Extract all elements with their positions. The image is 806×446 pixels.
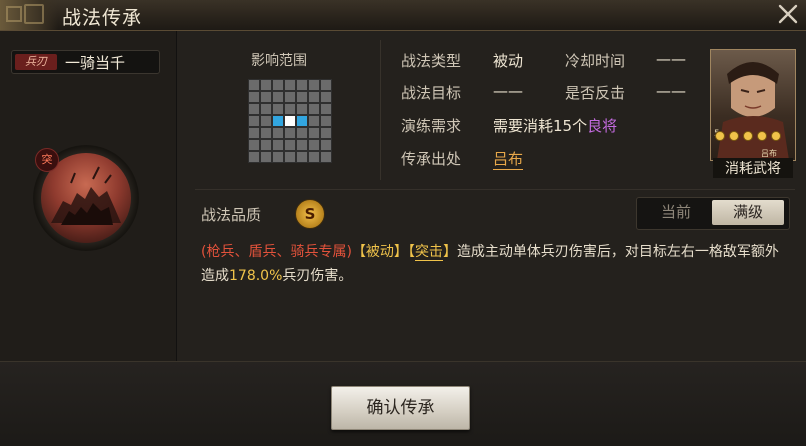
level-toggle: 当前 满级: [636, 197, 790, 230]
range-cell: [284, 103, 296, 115]
counter-value: ——: [656, 82, 686, 100]
range-cell: [248, 139, 260, 151]
skill-type-value: 被动: [493, 52, 524, 70]
range-cell: [296, 103, 308, 115]
window-title: 战法传承: [62, 7, 143, 29]
range-cell-self: [284, 115, 296, 127]
range-cell: [308, 127, 320, 139]
star-icon: [715, 131, 725, 141]
damage-percent: 178.0%: [229, 268, 283, 284]
range-label: 影响范围: [251, 53, 307, 69]
range-cell: [260, 115, 272, 127]
range-cell: [284, 127, 296, 139]
charge-tag-icon: 突: [35, 148, 59, 172]
star-icon: [729, 131, 739, 141]
portrait-name-text: 吕布: [761, 148, 777, 158]
range-cell: [260, 151, 272, 163]
range-cell: [260, 91, 272, 103]
range-cell: [260, 127, 272, 139]
range-cell: [320, 91, 332, 103]
confirm-inherit-button[interactable]: 确认传承: [331, 386, 470, 430]
range-cell: [248, 115, 260, 127]
range-cell: [308, 91, 320, 103]
damage-type-tag: 兵刃: [15, 54, 57, 70]
range-cell: [248, 91, 260, 103]
range-cell: [296, 91, 308, 103]
counter-label: 是否反击: [565, 84, 626, 102]
range-cell: [308, 115, 320, 127]
title-ornament: [0, 0, 58, 30]
range-cell: [308, 79, 320, 91]
range-cell: [248, 151, 260, 163]
range-cell: [284, 139, 296, 151]
cooldown-value: ——: [656, 50, 686, 68]
range-cell: [296, 151, 308, 163]
range-cell: [296, 139, 308, 151]
assault-keyword: 突击: [414, 244, 443, 261]
skill-name: 一骑当千: [65, 54, 126, 72]
skill-type-label: 战法类型: [401, 52, 462, 70]
practice-item: 良将: [587, 117, 618, 135]
range-grid: [248, 79, 332, 163]
range-cell: [296, 79, 308, 91]
range-cell: [272, 79, 284, 91]
range-cell: [248, 127, 260, 139]
range-cell-target: [296, 115, 308, 127]
range-cell: [248, 79, 260, 91]
range-cell: [296, 127, 308, 139]
skill-name-badge: 兵刃 一骑当千: [11, 50, 160, 74]
range-cell: [272, 91, 284, 103]
range-cell: [284, 79, 296, 91]
quality-badge: S: [295, 199, 325, 229]
origin-label: 传承出处: [401, 150, 462, 168]
origin-general-link[interactable]: 吕布: [493, 148, 524, 170]
cooldown-label: 冷却时间: [565, 52, 626, 70]
range-cell: [272, 127, 284, 139]
range-cell: [320, 79, 332, 91]
title-bar: 战法传承: [0, 0, 806, 31]
range-cell: [260, 103, 272, 115]
close-icon[interactable]: [776, 2, 800, 26]
star-rating: [715, 126, 791, 141]
star-icon: [743, 131, 753, 141]
tab-max-level[interactable]: 满级: [712, 200, 784, 225]
range-cell: [260, 139, 272, 151]
skill-target-label: 战法目标: [401, 84, 462, 102]
range-cell: [248, 103, 260, 115]
range-cell: [272, 139, 284, 151]
range-cell-target: [272, 115, 284, 127]
range-cell: [320, 127, 332, 139]
range-cell: [284, 91, 296, 103]
range-cell: [272, 103, 284, 115]
range-cell: [272, 151, 284, 163]
star-icon: [757, 131, 767, 141]
star-icon: [771, 131, 781, 141]
practice-value: 需要消耗15个良将: [493, 117, 618, 135]
range-cell: [320, 103, 332, 115]
portrait-caption: 消耗武将: [713, 158, 793, 178]
troop-restriction: (枪兵、盾兵、骑兵专属): [201, 244, 352, 260]
general-portrait[interactable]: 5 吕布: [710, 49, 796, 161]
range-cell: [284, 151, 296, 163]
divider: [195, 189, 795, 190]
quality-label: 战法品质: [201, 206, 262, 224]
practice-label: 演练需求: [401, 117, 462, 135]
range-cell: [308, 151, 320, 163]
range-cell: [320, 139, 332, 151]
tab-current-level[interactable]: 当前: [640, 200, 712, 225]
skill-description: (枪兵、盾兵、骑兵专属)【被动】【突击】造成主动单体兵刃伤害后，对目标左右一格敌…: [201, 244, 779, 284]
skill-target-value: ——: [493, 82, 523, 100]
range-cell: [320, 115, 332, 127]
range-cell: [308, 139, 320, 151]
range-cell: [260, 79, 272, 91]
passive-keyword: 【被动】: [351, 244, 408, 260]
divider: [380, 40, 381, 180]
range-cell: [308, 103, 320, 115]
range-cell: [320, 151, 332, 163]
